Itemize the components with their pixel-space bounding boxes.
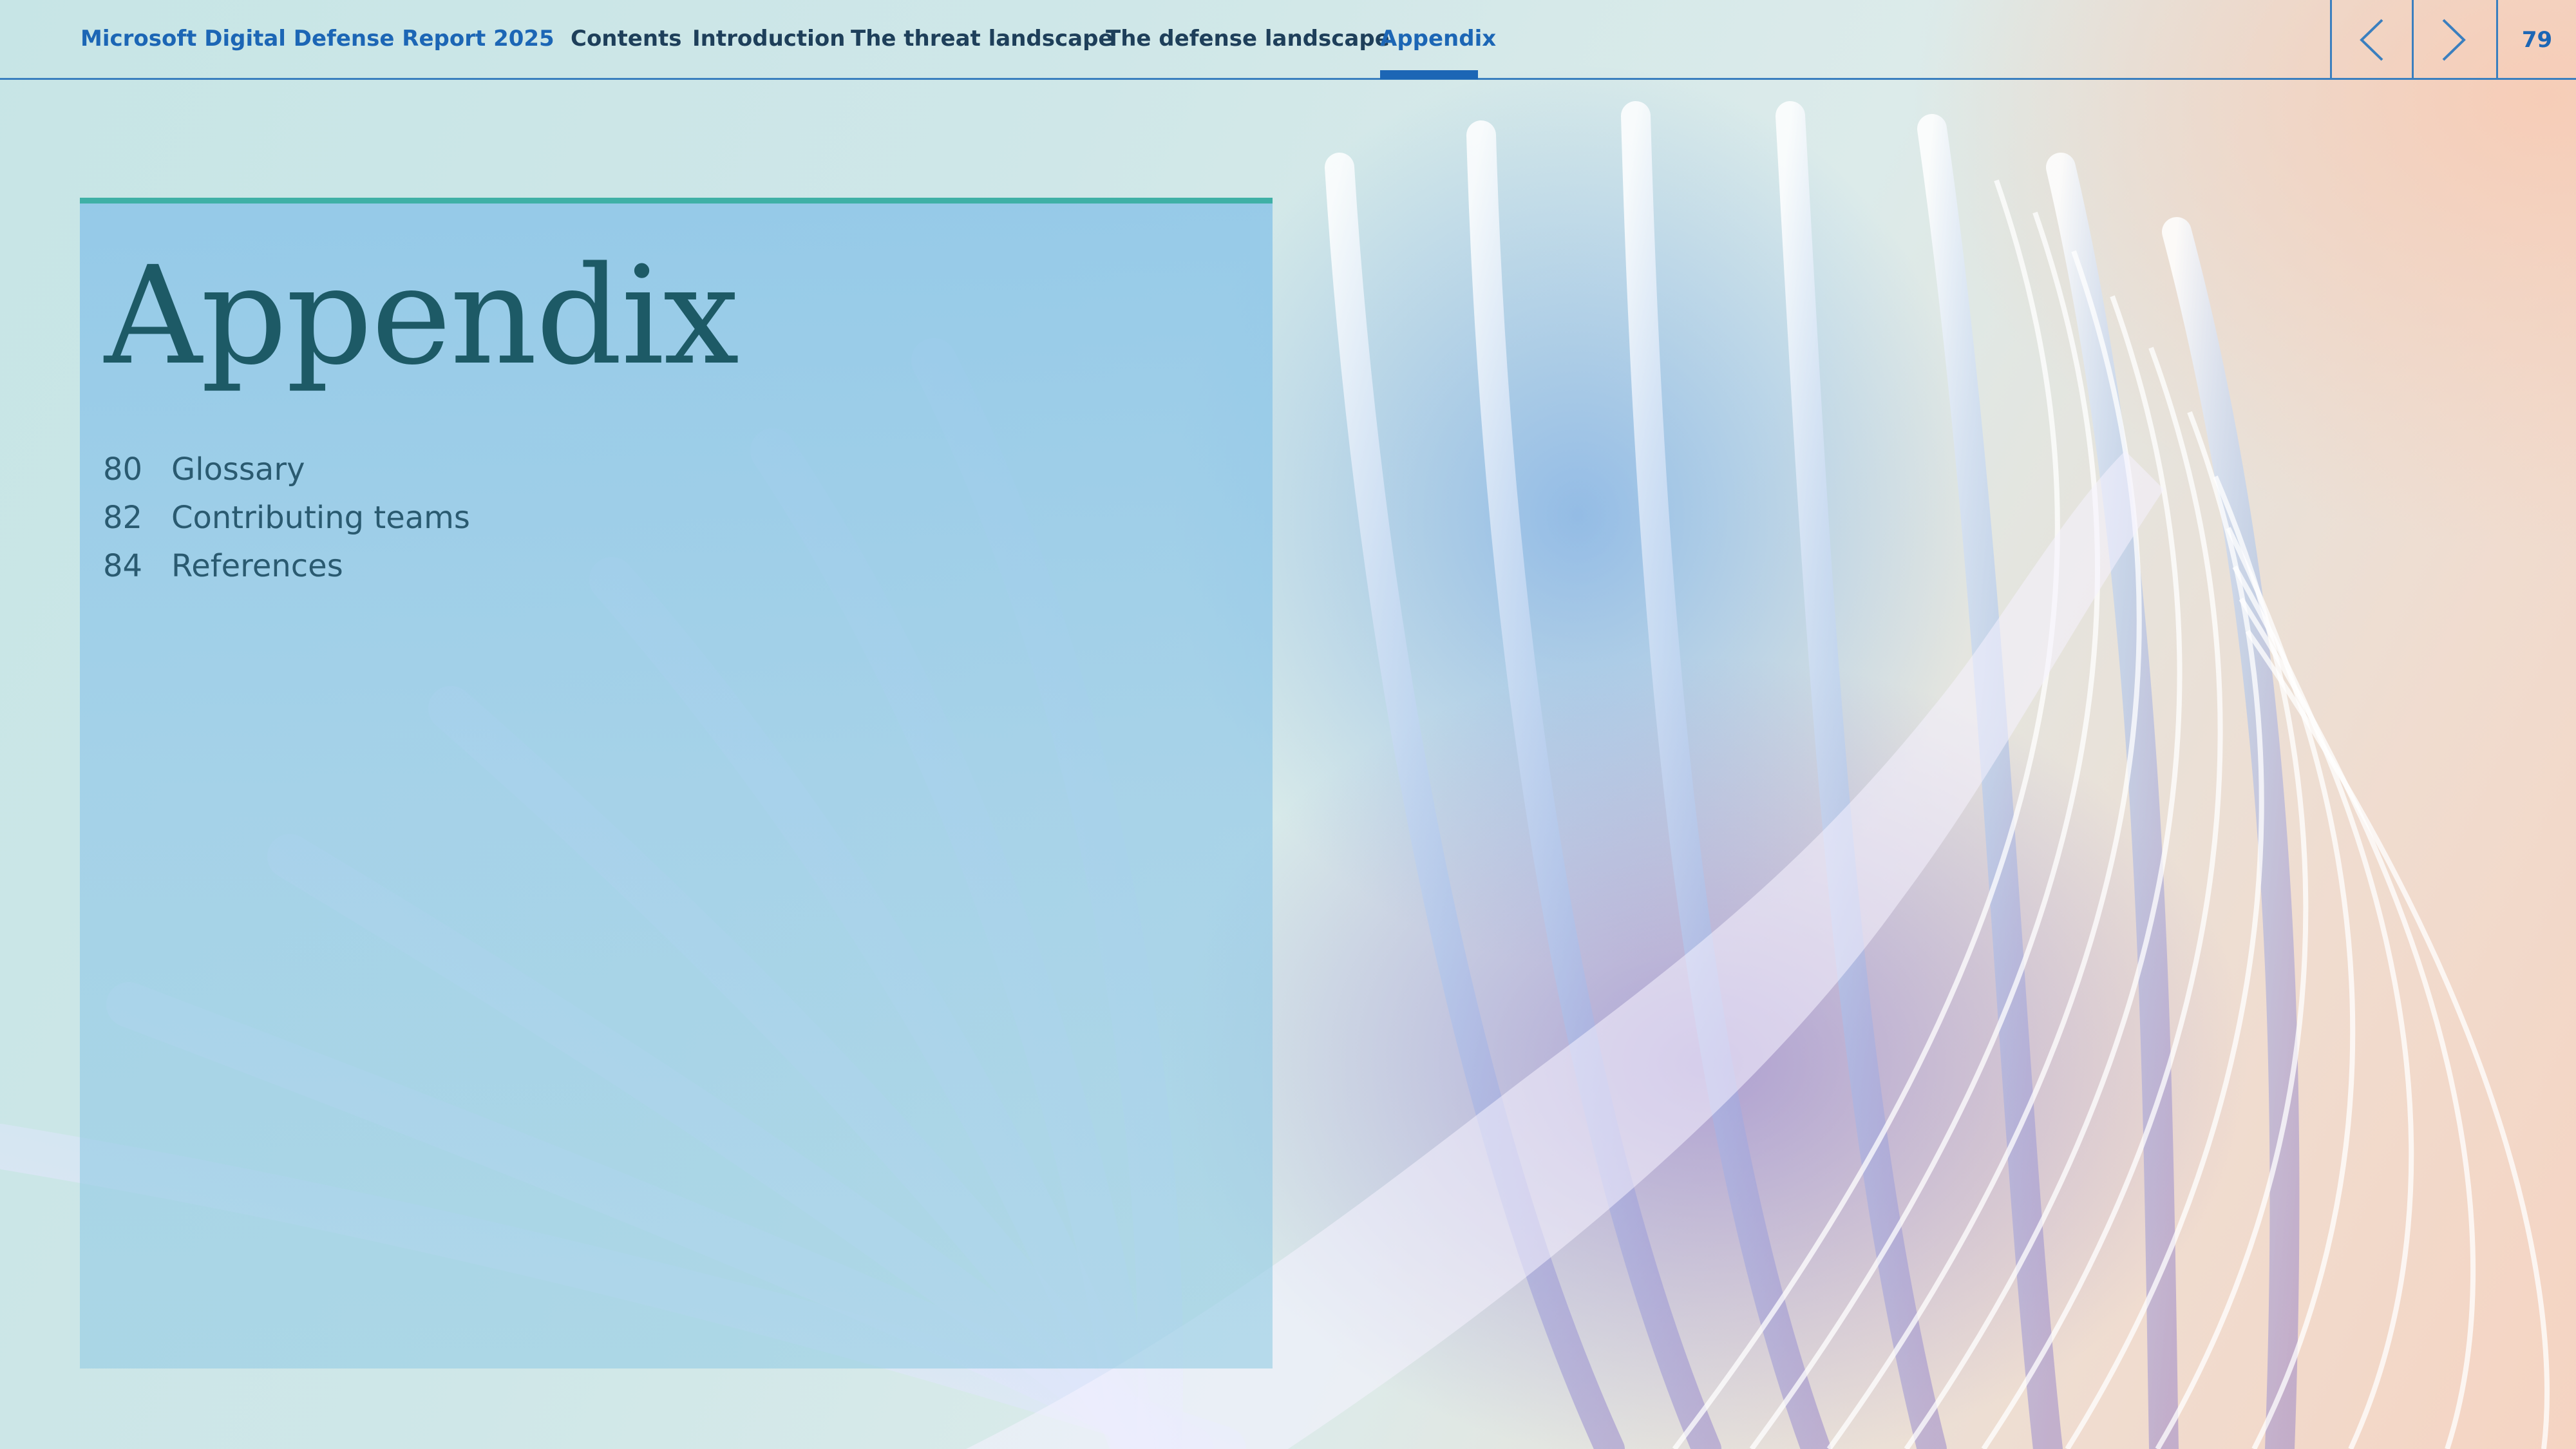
nav-threat-landscape[interactable]: The threat landscape	[851, 26, 1113, 52]
nav-contents[interactable]: Contents	[571, 26, 682, 52]
chevron-right-icon	[2442, 19, 2466, 61]
toc-item-contributing-teams[interactable]: 82 Contributing teams	[103, 500, 470, 548]
nav-defense-landscape[interactable]: The defense landscape	[1106, 26, 1390, 52]
toc-item-label: Glossary	[171, 451, 305, 488]
toc-page-number: 82	[103, 500, 143, 536]
active-tab-indicator	[1380, 70, 1478, 79]
next-page-button[interactable]	[2412, 0, 2494, 80]
nav-introduction[interactable]: Introduction	[692, 26, 845, 52]
chevron-left-icon	[2360, 19, 2383, 61]
page-number: 79	[2496, 0, 2576, 80]
toc-page-number: 80	[103, 451, 143, 488]
toc-item-glossary[interactable]: 80 Glossary	[103, 451, 470, 500]
section-title: Appendix	[104, 237, 739, 395]
top-nav-bar: Microsoft Digital Defense Report 2025 Co…	[0, 0, 2576, 80]
toc-item-references[interactable]: 84 References	[103, 548, 470, 596]
appendix-contents-list: 80 Glossary 82 Contributing teams 84 Ref…	[103, 451, 470, 596]
toc-item-label: Contributing teams	[171, 500, 470, 536]
previous-page-button[interactable]	[2330, 0, 2412, 80]
appendix-panel: Appendix 80 Glossary 82 Contributing tea…	[80, 198, 1273, 1368]
toc-item-label: References	[171, 548, 343, 584]
report-title[interactable]: Microsoft Digital Defense Report 2025	[80, 26, 554, 52]
toc-page-number: 84	[103, 548, 143, 584]
nav-appendix[interactable]: Appendix	[1380, 26, 1496, 52]
